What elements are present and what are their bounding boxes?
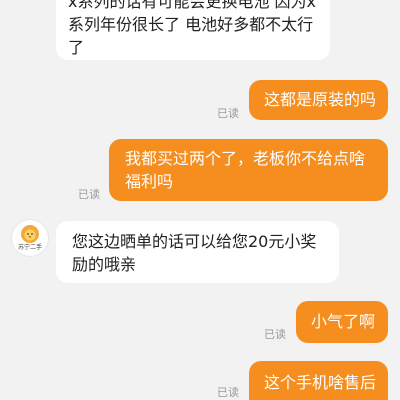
my-message-bubble[interactable]: 小气了啊 bbox=[296, 301, 388, 343]
my-message-bubble[interactable]: 这都是原装的吗 bbox=[249, 80, 388, 120]
read-status: 已读 bbox=[264, 328, 286, 341]
message-text: x系列的话有可能会更换电池 因为x系列年份很长了 电池好多都不太行了 bbox=[68, 0, 317, 57]
message-text: 我都买过两个了，老板你不给点啥福利吗 bbox=[125, 149, 366, 191]
message-text: 这都是原装的吗 bbox=[264, 90, 377, 109]
seller-message-bubble[interactable]: x系列的话有可能会更换电池 因为x系列年份很长了 电池好多都不太行了 bbox=[56, 0, 330, 60]
read-status: 已读 bbox=[217, 107, 239, 120]
read-status: 已读 bbox=[78, 188, 100, 201]
read-status: 已读 bbox=[217, 386, 239, 399]
chat-message-list[interactable]: x系列的话有可能会更换电池 因为x系列年份很长了 电池好多都不太行了 这都是原装… bbox=[0, 0, 400, 400]
my-message-bubble[interactable]: 我都买过两个了，老板你不给点啥福利吗 bbox=[109, 139, 388, 201]
message-text: 这个手机啥售后 bbox=[264, 373, 377, 392]
avatar-label: 苏宁二手 bbox=[17, 244, 42, 251]
message-text: 小气了啊 bbox=[311, 312, 376, 331]
seller-message-bubble[interactable]: 您这边晒单的话可以给您20元小奖励的哦亲 bbox=[56, 221, 339, 283]
seller-avatar[interactable]: 苏宁二手 bbox=[12, 220, 48, 256]
my-message-bubble[interactable]: 这个手机啥售后 bbox=[249, 361, 388, 400]
message-text: 您这边晒单的话可以给您20元小奖励的哦亲 bbox=[72, 232, 317, 274]
